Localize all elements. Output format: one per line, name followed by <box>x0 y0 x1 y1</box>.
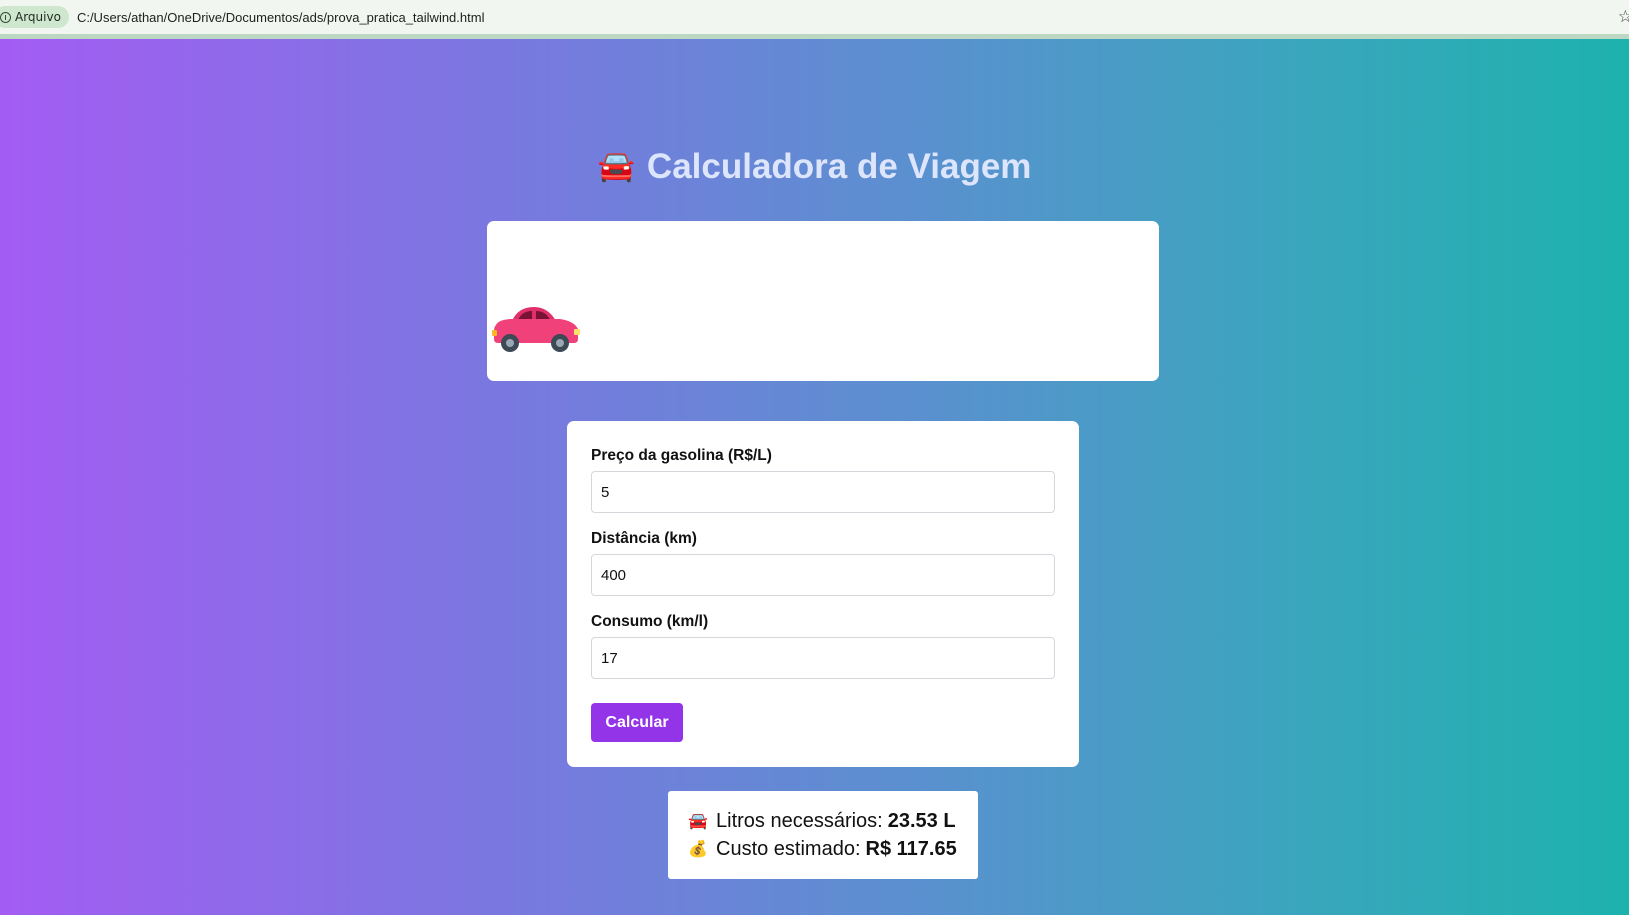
consumption-label: Consumo (km/l) <box>591 613 709 630</box>
gas-price-input[interactable] <box>591 471 1055 513</box>
site-info-label: Arquivo <box>15 10 61 24</box>
gas-price-label: Preço da gasolina (R$/L) <box>591 447 772 464</box>
browser-address-bar: Arquivo C:/Users/athan/OneDrive/Document… <box>0 0 1629 34</box>
distance-label: Distância (km) <box>591 530 697 547</box>
cost-value: R$ 117.65 <box>865 837 957 860</box>
cost-result: 💰 Custo estimado: R$ 117.65 <box>688 835 978 863</box>
url-text[interactable]: C:/Users/athan/OneDrive/Documentos/ads/p… <box>77 10 485 25</box>
calculate-button[interactable]: Calcular <box>591 703 683 742</box>
page-title: 🚘 Calculadora de Viagem <box>0 147 1629 187</box>
car-front-icon: 🚘 <box>597 150 635 183</box>
cost-label: Custo estimado: <box>716 837 861 860</box>
site-info-chip[interactable]: Arquivo <box>0 6 69 28</box>
page-title-text: Calculadora de Viagem <box>646 147 1032 186</box>
distance-input[interactable] <box>591 554 1055 596</box>
consumption-input[interactable] <box>591 637 1055 679</box>
liters-result: 🚘 Litros necessários: 23.53 L <box>688 807 978 835</box>
liters-value: 23.53 L <box>887 809 956 832</box>
trip-form: Preço da gasolina (R$/L) Distância (km) … <box>567 421 1079 767</box>
car-animation-panel <box>487 221 1159 381</box>
star-icon[interactable]: ☆ <box>1618 7 1629 27</box>
car-front-icon: 🚘 <box>688 813 708 830</box>
result-panel: 🚘 Litros necessários: 23.53 L 💰 Custo es… <box>668 791 978 879</box>
car-icon <box>492 307 580 352</box>
info-icon <box>0 11 11 23</box>
liters-label: Litros necessários: <box>716 809 883 832</box>
page-background: 🚘 Calculadora de Viagem Preço da gasolina… <box>0 39 1629 915</box>
money-bag-icon: 💰 <box>688 841 708 858</box>
